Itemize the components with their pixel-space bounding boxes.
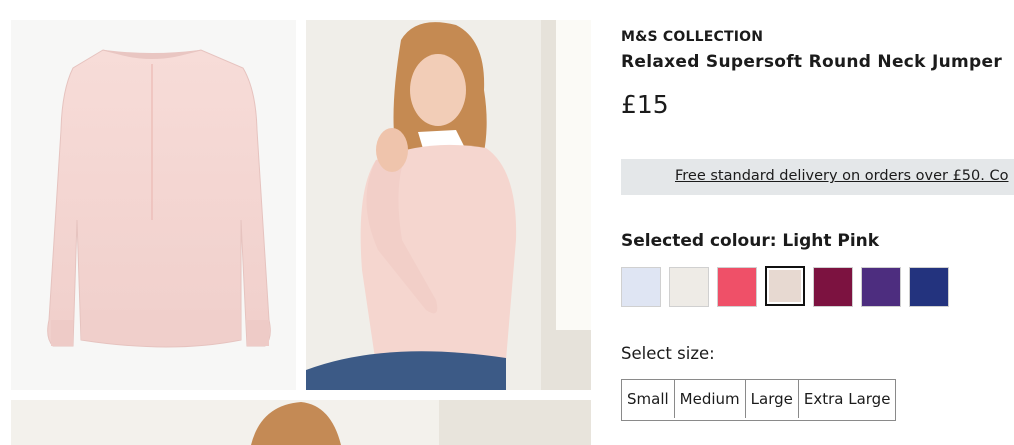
brand-name: M&S COLLECTION <box>621 29 764 45</box>
product-title: Relaxed Supersoft Round Neck Jumper <box>621 52 1003 72</box>
size-option-medium[interactable]: Medium <box>674 380 746 418</box>
size-option-small[interactable]: Small <box>622 380 675 418</box>
colour-swatch-light-blue[interactable] <box>621 267 661 307</box>
size-option-extra-large[interactable]: Extra Large <box>798 380 896 418</box>
colour-swatch-purple[interactable] <box>861 267 901 307</box>
product-image-flatlay[interactable] <box>11 20 296 390</box>
colour-swatch-coral-pink[interactable] <box>717 267 757 307</box>
jumper-flatlay-illustration <box>47 49 271 348</box>
colour-swatch-navy[interactable] <box>909 267 949 307</box>
delivery-link[interactable]: Free standard delivery on orders over £5… <box>675 168 1008 184</box>
model-illustration <box>306 20 591 390</box>
colour-swatch-burgundy[interactable] <box>813 267 853 307</box>
select-size-label: Select size: <box>621 344 715 363</box>
selected-colour-label: Selected colour: Light Pink <box>621 231 880 251</box>
delivery-banner: Free standard delivery on orders over £5… <box>621 159 1014 195</box>
size-option-large[interactable]: Large <box>745 380 799 418</box>
colour-swatch-oatmeal[interactable] <box>669 267 709 307</box>
size-options: Small Medium Large Extra Large <box>621 379 897 421</box>
product-price: £15 <box>621 90 669 119</box>
product-image-model[interactable] <box>306 20 591 390</box>
model-close-illustration <box>11 400 591 445</box>
product-image-third[interactable] <box>11 400 591 445</box>
colour-swatch-light-pink[interactable] <box>765 266 805 306</box>
